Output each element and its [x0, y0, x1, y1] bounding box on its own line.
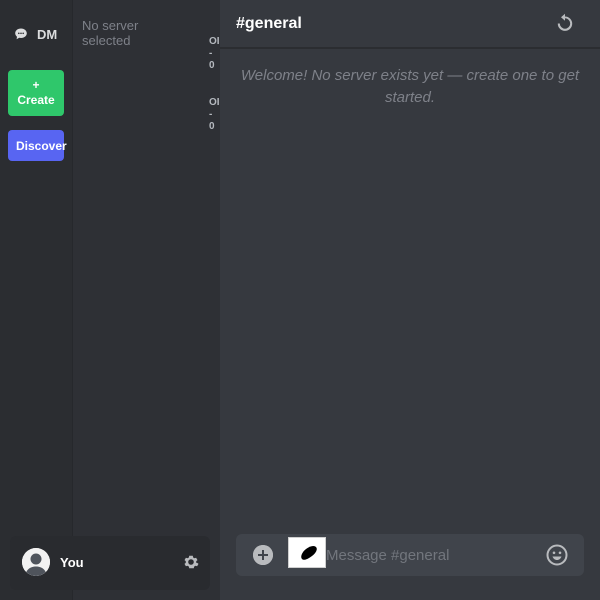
channel-title: #general [236, 15, 302, 32]
no-server-text: No server selected [82, 18, 139, 48]
sticker-image[interactable] [288, 537, 326, 568]
create-server-button[interactable]: + Create [8, 70, 64, 116]
dm-label: DM [37, 26, 58, 42]
create-label: Create [17, 93, 55, 107]
refresh-icon[interactable] [554, 12, 576, 34]
discover-label: Discover [16, 138, 67, 153]
discover-button[interactable]: Discover [8, 130, 67, 161]
gear-icon[interactable] [183, 554, 199, 570]
avatar[interactable] [22, 548, 50, 576]
chat-bubble-icon [14, 27, 28, 41]
dm-button[interactable]: DM [14, 24, 57, 44]
chat-header: #general [220, 0, 600, 49]
message-input[interactable] [326, 542, 536, 568]
user-panel: You [10, 536, 210, 590]
chat-area: #general Welcome! No server exists yet —… [220, 0, 600, 600]
username: You [60, 555, 84, 570]
plus-circle-icon[interactable] [253, 545, 273, 565]
channel-list: No server selected OI - 0 OI - 0 [72, 0, 220, 600]
welcome-message: Welcome! No server exists yet — create o… [240, 67, 580, 106]
smile-icon[interactable] [546, 544, 568, 566]
server-rail: DM + Create Discover [0, 0, 72, 600]
message-composer [236, 534, 584, 576]
user-silhouette-icon [22, 548, 50, 576]
create-plus: + [32, 78, 40, 92]
